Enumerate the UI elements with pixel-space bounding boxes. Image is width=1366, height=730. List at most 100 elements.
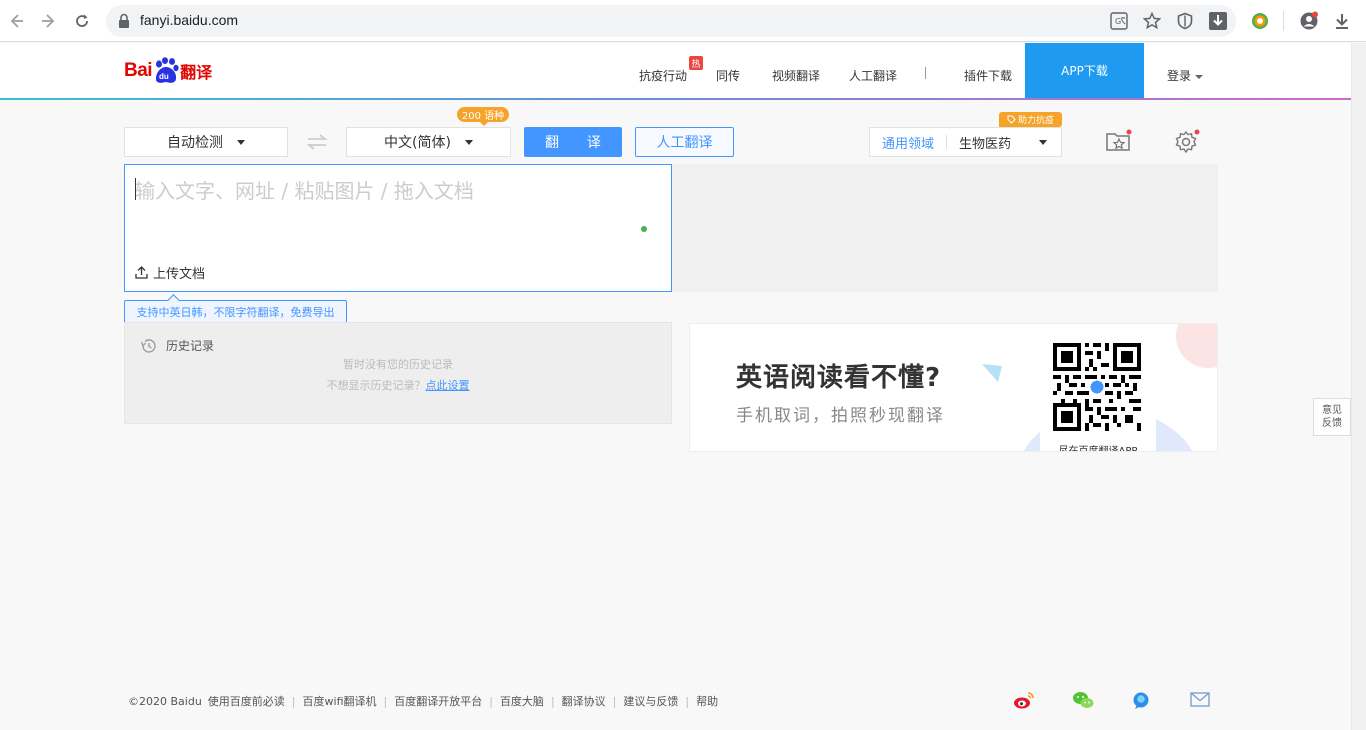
banner-sparkle-icon — [982, 364, 1002, 382]
settings-gear-icon[interactable] — [1173, 128, 1201, 154]
footer-separator: | — [291, 694, 296, 708]
swap-languages-icon[interactable] — [305, 132, 329, 152]
header-gradient-line — [0, 98, 1351, 100]
app-download-button[interactable]: APP下载 — [1025, 43, 1144, 98]
domain-select[interactable]: 通用领域 生物医药 — [869, 127, 1062, 157]
chevron-down-icon — [237, 139, 245, 145]
chevron-down-icon — [1039, 140, 1047, 145]
banner-decoration-circle — [1176, 324, 1217, 368]
hot-badge: 热 — [689, 56, 703, 70]
domain-label: 通用领域 — [882, 136, 935, 152]
favorites-folder-icon[interactable] — [1105, 128, 1133, 154]
chevron-down-icon — [464, 139, 473, 145]
nav-plugin-download[interactable]: 插件下载 — [964, 67, 1012, 84]
history-hint: 不想显示历史记录？点此设置 — [125, 377, 671, 393]
footer-link-read-first[interactable]: 使用百度前必读 — [208, 693, 285, 709]
nav-divider — [925, 67, 926, 79]
domain-separator — [946, 135, 948, 149]
downloads-icon[interactable] — [1331, 10, 1353, 32]
extension-icon[interactable] — [1249, 10, 1271, 32]
translate-button[interactable]: 翻 译 — [524, 127, 622, 157]
qr-caption: 尽在百度翻译APP — [1058, 446, 1138, 452]
feature-tip: 支持中英日韩，不限字符翻译，免费导出 — [124, 300, 347, 323]
back-icon[interactable] — [3, 8, 29, 34]
help-epidemic-badge: 助力抗疫 — [999, 112, 1062, 127]
history-panel: 历史记录 暂时没有您的历史记录 不想显示历史记录？点此设置 — [124, 322, 672, 424]
lock-icon — [119, 13, 129, 28]
footer-link-wifi-translator[interactable]: 百度wifi翻译机 — [303, 693, 377, 709]
qr-card: 尽在百度翻译APP — [1040, 334, 1156, 452]
source-language-select[interactable]: 自动检测 — [124, 127, 288, 157]
page-scrollbar[interactable] — [1351, 43, 1366, 730]
footer-link-help[interactable]: 帮助 — [696, 693, 718, 709]
promo-title: 英语阅读看不懂? — [736, 363, 942, 393]
history-header: 历史记录 — [140, 337, 214, 354]
app-promo-banner[interactable]: 英语阅读看不懂? 手机取词，拍照秒现翻译 尽在百度翻译APP — [689, 323, 1218, 452]
domain-value: 生物医药 — [959, 136, 1012, 152]
footer-separator: | — [685, 694, 690, 708]
toolbar-divider — [1283, 11, 1284, 31]
login-label: 登录 — [1167, 69, 1192, 83]
language-count-badge: 200 语种 — [457, 107, 509, 126]
nav-video-translate[interactable]: 视频翻译 — [772, 67, 820, 84]
upload-document-label: 上传文档 — [153, 267, 206, 282]
history-settings-link[interactable]: 点此设置 — [426, 379, 470, 392]
footer-link-suggestions[interactable]: 建议与反馈 — [623, 693, 678, 709]
shield-icon[interactable] — [1175, 11, 1195, 31]
reload-icon[interactable] — [69, 8, 95, 34]
history-empty-text: 暂时没有您的历史记录 — [343, 358, 453, 371]
feedback-line-1: 意见 — [1322, 405, 1342, 416]
promo-subtitle: 手机取词，拍照秒现翻译 — [736, 406, 945, 426]
footer-link-baidu-brain[interactable]: 百度大脑 — [500, 693, 544, 709]
translation-output-panel — [672, 164, 1218, 292]
target-language-select[interactable]: 中文(简体) — [346, 127, 511, 157]
chevron-down-icon — [1195, 74, 1204, 79]
app-download-label: APP下载 — [1061, 64, 1108, 78]
upload-document-button[interactable]: 上传文档 — [135, 263, 205, 282]
qr-code-icon — [1053, 343, 1141, 431]
download-extension-icon[interactable] — [1208, 11, 1228, 31]
help-badge-label: 助力抗疫 — [1017, 116, 1054, 126]
footer-separator: | — [550, 694, 555, 708]
bookmark-star-icon[interactable] — [1142, 11, 1162, 31]
history-title: 历史记录 — [166, 339, 215, 353]
footer-separator: | — [383, 694, 388, 708]
logo-bai-text: Bai — [124, 60, 153, 81]
svg-text:du: du — [159, 72, 169, 81]
tag-icon — [1007, 115, 1016, 124]
nav-anti-epidemic[interactable]: 抗疫行动 — [639, 67, 687, 84]
footer-link-agreement[interactable]: 翻译协议 — [562, 693, 606, 709]
footer-separator: | — [612, 694, 617, 708]
nav-simultaneous[interactable]: 同传 — [716, 67, 740, 84]
translate-page-icon[interactable]: G — [1109, 11, 1129, 31]
email-icon[interactable] — [1189, 690, 1211, 710]
wechat-icon[interactable] — [1072, 690, 1094, 710]
feedback-button[interactable]: 意见 反馈 — [1313, 398, 1351, 436]
url-text[interactable]: fanyi.baidu.com — [140, 12, 238, 28]
human-translate-button[interactable]: 人工翻译 — [635, 127, 734, 157]
login-menu[interactable]: 登录 — [1167, 67, 1204, 84]
target-language-value: 中文(简体) — [384, 135, 451, 151]
source-text-panel: 上传文档 — [124, 164, 672, 292]
address-bar[interactable]: fanyi.baidu.com G — [106, 5, 1236, 37]
source-text-input[interactable] — [135, 175, 655, 235]
feedback-line-2: 反馈 — [1322, 418, 1342, 429]
source-language-value: 自动检测 — [167, 135, 223, 151]
forward-icon[interactable] — [36, 8, 62, 34]
copyright: ©2020 Baidu — [128, 694, 202, 708]
profile-icon[interactable] — [1298, 10, 1320, 32]
status-dot — [641, 226, 647, 232]
upload-icon — [135, 266, 148, 279]
weibo-icon[interactable] — [1013, 690, 1035, 710]
baidu-hi-icon[interactable] — [1131, 690, 1153, 710]
svg-text:G: G — [1115, 17, 1121, 26]
footer: ©2020 Baidu 使用百度前必读 | 百度wifi翻译机 | 百度翻译开放平台… — [128, 693, 718, 709]
history-hint-text: 不想显示历史记录？ — [326, 379, 426, 392]
footer-link-open-platform[interactable]: 百度翻译开放平台 — [394, 693, 482, 709]
nav-human-translate[interactable]: 人工翻译 — [849, 67, 897, 84]
baidu-fanyi-logo[interactable]: Bai du 翻译 — [124, 56, 212, 86]
footer-separator: | — [489, 694, 493, 708]
paw-logo-icon: du — [153, 57, 179, 85]
logo-fanyi-text: 翻译 — [180, 63, 213, 82]
history-clock-icon — [140, 338, 156, 353]
